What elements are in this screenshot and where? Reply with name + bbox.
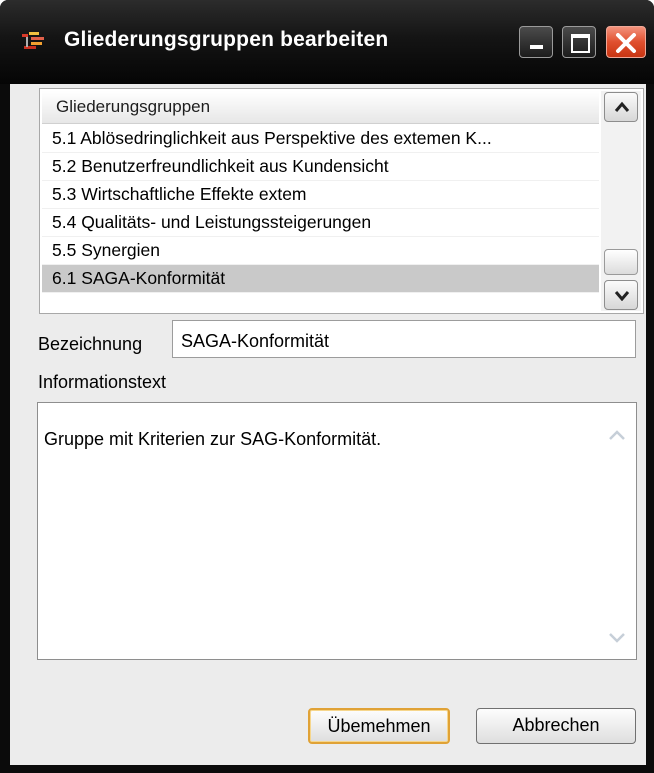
list-item[interactable]: 5.5 Synergien <box>42 237 599 265</box>
title-bar[interactable]: Gliederungsgruppen bearbeiten <box>0 0 654 84</box>
window-title: Gliederungsgruppen bearbeiten <box>64 28 389 51</box>
dialog-content: Gliederungsgruppen 5.1 Ablösedringlichke… <box>10 84 646 765</box>
list-item[interactable]: 5.3 Wirtschaftliche Effekte extem <box>42 181 599 209</box>
chevron-down-icon[interactable] <box>608 631 626 643</box>
tree-structure-icon <box>22 32 46 50</box>
list-item[interactable]: 5.4 Qualitäts- und Leistungssteigerungen <box>42 209 599 237</box>
informationstext-label: Informationstext <box>38 372 167 392</box>
maximize-button[interactable] <box>562 26 596 58</box>
cancel-button[interactable]: Abbrechen <box>476 708 636 744</box>
close-icon <box>616 33 636 53</box>
scroll-thumb[interactable] <box>604 249 638 275</box>
list-item[interactable]: 5.2 Benutzerfreundlichkeit aus Kundensic… <box>42 153 599 181</box>
dialog-window: Gliederungsgruppen bearbeiten Gliederung… <box>0 0 654 773</box>
chevron-down-icon <box>614 291 630 301</box>
list-scrollbar[interactable] <box>601 91 641 311</box>
list-rows: 5.1 Ablösedringlichkeit aus Perspektive … <box>42 125 599 293</box>
chevron-up-icon <box>614 101 630 112</box>
minimize-button[interactable] <box>519 26 553 58</box>
list-column-header[interactable]: Gliederungsgruppen <box>42 91 599 124</box>
scroll-up-button[interactable] <box>604 92 638 122</box>
close-button[interactable] <box>606 26 646 58</box>
informationstext-field[interactable]: Gruppe mit Kriterien zur SAG-Konformität… <box>37 402 637 660</box>
chevron-up-icon[interactable] <box>608 429 626 441</box>
scroll-down-button[interactable] <box>604 280 638 310</box>
bezeichnung-label: Bezeichnung <box>38 334 143 354</box>
bezeichnung-field[interactable] <box>172 320 636 358</box>
gliederungsgruppen-list[interactable]: Gliederungsgruppen 5.1 Ablösedringlichke… <box>39 88 644 314</box>
informationstext-scrollbar[interactable] <box>598 405 634 657</box>
list-item-selected[interactable]: 6.1 SAGA-Konformität <box>42 265 599 293</box>
informationstext-value: Gruppe mit Kriterien zur SAG-Konformität… <box>44 429 382 449</box>
apply-button[interactable]: Übemehmen <box>308 708 450 744</box>
list-item[interactable]: 5.1 Ablösedringlichkeit aus Perspektive … <box>42 125 599 153</box>
